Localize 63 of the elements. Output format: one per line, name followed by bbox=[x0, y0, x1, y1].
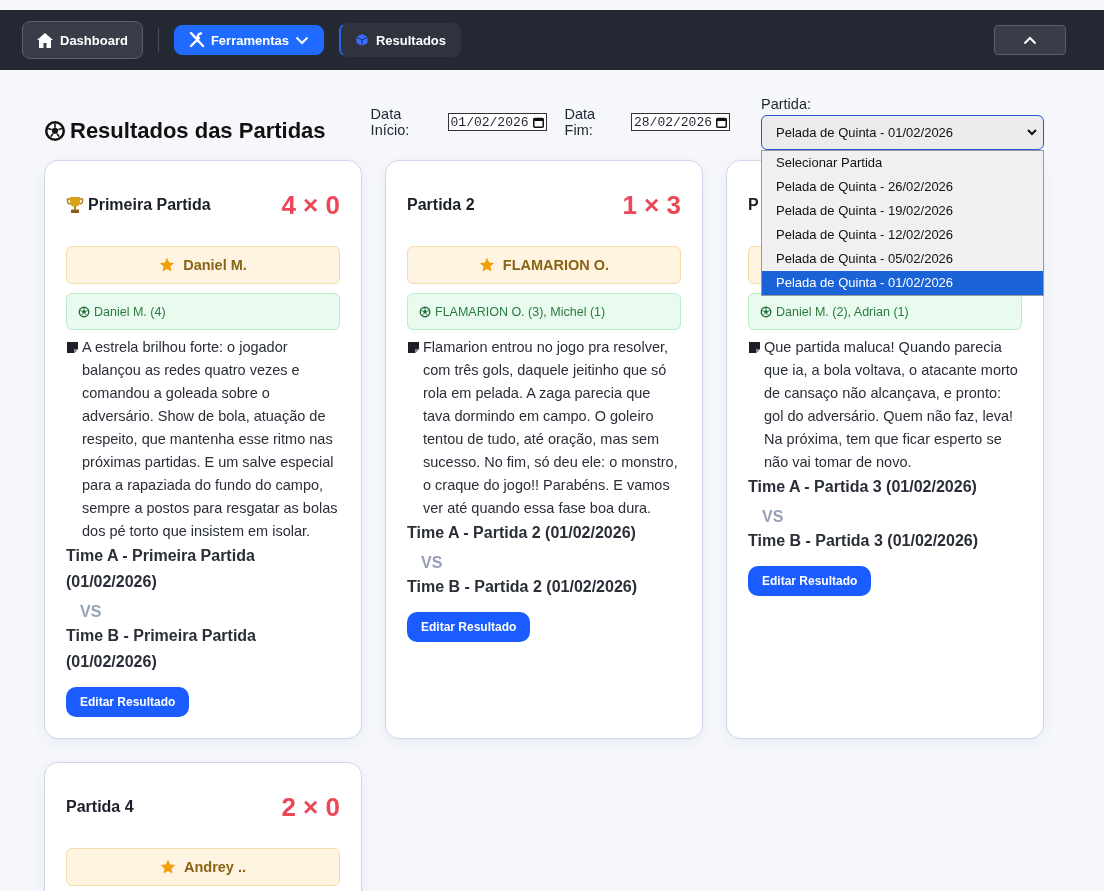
versus-label: VS bbox=[420, 554, 444, 572]
note-icon bbox=[407, 341, 420, 354]
edit-result-button[interactable]: Editar Resultado bbox=[748, 566, 872, 596]
match-score: 1 × 3 bbox=[622, 189, 681, 221]
dropdown-option[interactable]: Pelada de Quinta - 12/02/2026 bbox=[762, 223, 1043, 247]
mvp-banner: FLAMARION O. bbox=[407, 246, 681, 284]
nav-button[interactable]: Resultados bbox=[338, 23, 462, 57]
scorers-box: Daniel M. (4) bbox=[66, 293, 340, 330]
cube-icon bbox=[354, 33, 369, 47]
scorers-box: Daniel M. (2), Adrian (1) bbox=[748, 293, 1022, 330]
dropdown-option[interactable]: Pelada de Quinta - 05/02/2026 bbox=[762, 247, 1043, 271]
mvp-banner: Daniel M. bbox=[66, 246, 340, 284]
calendar-icon bbox=[716, 116, 727, 128]
field-label: Data Fim: bbox=[564, 106, 597, 138]
soccer-ball-icon bbox=[78, 305, 90, 318]
team-name: Time A - Primeira Partida (01/02/2026) bbox=[66, 546, 256, 592]
note-icon bbox=[66, 341, 79, 354]
chevron-down-icon bbox=[294, 35, 309, 45]
versus-label: VS bbox=[79, 603, 103, 621]
match-score: 2 × 0 bbox=[281, 791, 340, 823]
chevron-down-icon bbox=[1027, 129, 1037, 136]
star-icon bbox=[478, 257, 495, 273]
date-field[interactable]: 28/02/2026 bbox=[631, 113, 730, 131]
team-name: Time B - Primeira Partida (01/02/2026) bbox=[66, 626, 257, 672]
match-title: P bbox=[748, 196, 759, 214]
team-name: Time B - Partida 3 (01/02/2026) bbox=[748, 531, 980, 551]
versus-label: VS bbox=[761, 508, 785, 526]
team-name: Time A - Partida 2 (01/02/2026) bbox=[407, 523, 637, 543]
chevron-up-icon bbox=[1023, 35, 1037, 45]
scorers-box: FLAMARION O. (3), Michel (1) bbox=[407, 293, 681, 330]
star-icon bbox=[159, 257, 176, 273]
soccer-ball-icon bbox=[44, 120, 66, 142]
tools-icon bbox=[188, 32, 205, 48]
nav-button[interactable]: Ferramentas bbox=[173, 25, 324, 55]
soccer-ball-icon bbox=[419, 305, 431, 318]
edit-result-button[interactable]: Editar Resultado bbox=[407, 612, 531, 642]
calendar-icon bbox=[532, 116, 544, 128]
match-summary: Flamarion entrou no jogo pra resolver, com três gols, daquele jeitinho que só rola em pelada. A zaga parecia que tava dormindo em campo. O goleiro tentou de tudo, até oração, mas sem sucesso. No fim, só deu ele: o monstro, o craque do jogo!! Parabéns. E vamos ver até quando essa fase boa dura. bbox=[423, 338, 679, 518]
soccer-ball-icon bbox=[760, 305, 772, 318]
match-title: Primeira Partida bbox=[88, 196, 211, 214]
note-icon bbox=[748, 341, 761, 354]
match-summary: Que partida maluca! Quando parecia que ia, a bola voltava, o atacante morto de cansaço não alcançava, e pronto: gol do adversário. Quem não faz, leva! Na próxima, tem que ficar esperto se não vai tomar de novo. bbox=[764, 338, 1019, 472]
match-select[interactable]: Pelada de Quinta - 01/02/2026 bbox=[761, 115, 1044, 150]
field-label: Data Início: bbox=[370, 106, 411, 138]
mvp-banner: Andrey .. bbox=[66, 848, 340, 886]
collapse-button[interactable] bbox=[994, 25, 1066, 55]
nav-button[interactable]: Dashboard bbox=[22, 21, 143, 59]
field-label: Partida: bbox=[761, 96, 812, 112]
dropdown-option[interactable]: Pelada de Quinta - 01/02/2026 bbox=[762, 271, 1043, 295]
match-score: 4 × 0 bbox=[281, 189, 340, 221]
dropdown-option[interactable]: Pelada de Quinta - 26/02/2026 bbox=[762, 175, 1043, 199]
star-icon bbox=[159, 859, 176, 875]
edit-result-button[interactable]: Editar Resultado bbox=[66, 687, 190, 717]
team-name: Time B - Partida 2 (01/02/2026) bbox=[407, 577, 639, 597]
dropdown-option[interactable]: Pelada de Quinta - 19/02/2026 bbox=[762, 199, 1043, 223]
match-title: Partida 4 bbox=[66, 798, 134, 816]
date-field[interactable]: 01/02/2026 bbox=[447, 113, 547, 131]
team-name: Time A - Partida 3 (01/02/2026) bbox=[748, 477, 978, 497]
dropdown-option[interactable]: Selecionar Partida bbox=[762, 151, 1043, 175]
page-title: Resultados das Partidas bbox=[70, 118, 326, 144]
match-title: Partida 2 bbox=[407, 196, 475, 214]
home-icon bbox=[37, 32, 53, 48]
match-summary: A estrela brilhou forte: o jogador balançou as redes quatro vezes e comandou a goleada sobre o adversário. Show de bola, atuação de respeito, que mantenha esse ritmo nas próximas partidas. E um salve especial para a rapaziada do fundo do campo, sempre a postos para resgatar as bolas dos pé torto que insistem em isolar. bbox=[82, 338, 339, 541]
